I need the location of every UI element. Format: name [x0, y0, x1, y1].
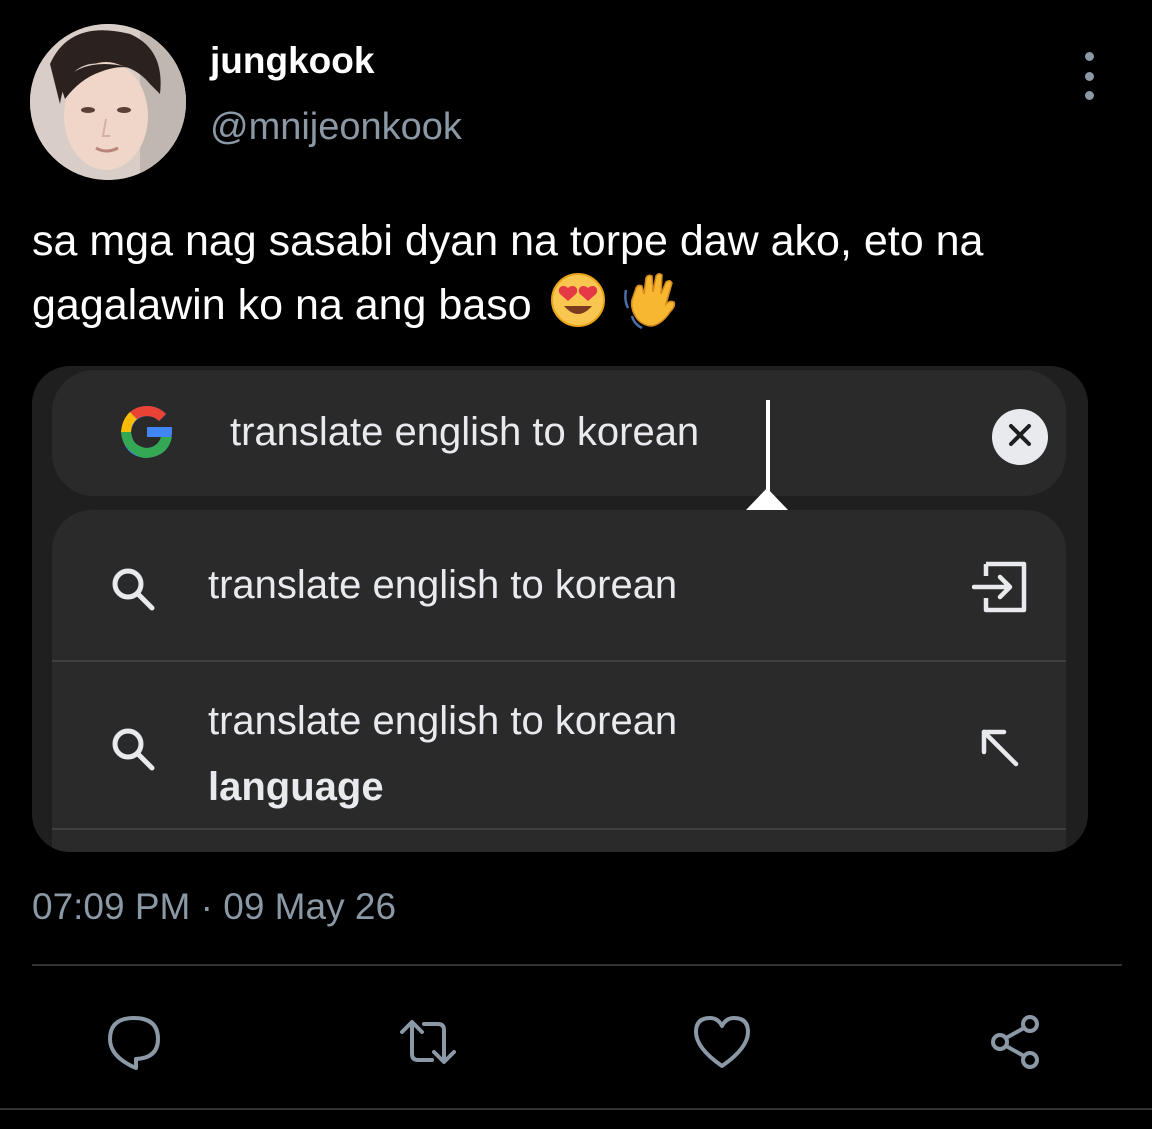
clear-search-button[interactable] [992, 409, 1048, 465]
display-name[interactable]: jungkook [210, 40, 374, 82]
waving-hand-emoji [623, 270, 680, 345]
heart-eyes-emoji [550, 272, 606, 343]
tweet-media-screenshot[interactable]: translate english to korean translate en… [32, 366, 1088, 852]
suggestion-item[interactable]: translate english to korean language [52, 662, 1066, 830]
google-logo-icon [114, 400, 178, 469]
tweet-timestamp[interactable]: 07:09 PM · 09 May 26 [32, 886, 396, 928]
arrow-up-left-icon[interactable] [972, 720, 1028, 781]
like-icon[interactable] [692, 1012, 752, 1072]
insert-arrow-icon[interactable] [971, 560, 1030, 619]
suggestion-text: translate english to korean language [208, 688, 677, 820]
tweet-text: sa mga nag sasabi dyan na torpe daw ako,… [32, 212, 1132, 345]
search-icon [108, 724, 158, 779]
reply-icon[interactable] [104, 1012, 164, 1072]
search-query-text[interactable]: translate english to korean [230, 410, 699, 455]
suggestion-text: translate english to korean [208, 563, 678, 607]
suggestion-item[interactable]: translate english to korean [52, 510, 1066, 662]
search-icon [108, 564, 158, 619]
bottom-divider [0, 1108, 1152, 1110]
suggestion-bold-suffix: language [208, 765, 384, 809]
more-options-icon[interactable] [1072, 52, 1106, 100]
suggestions-list: translate english to korean translate en… [52, 510, 1066, 852]
google-search-bar[interactable]: translate english to korean [52, 370, 1066, 546]
suggestion-base-text: translate english to korean [208, 699, 678, 743]
retweet-icon[interactable] [398, 1012, 458, 1072]
user-handle[interactable]: @mnijeonkook [210, 106, 462, 149]
tweet-body: sa mga nag sasabi dyan na torpe daw ako,… [32, 217, 984, 329]
share-icon[interactable] [986, 1012, 1046, 1072]
divider [32, 964, 1122, 966]
avatar[interactable] [30, 24, 186, 180]
close-icon [1007, 422, 1033, 453]
